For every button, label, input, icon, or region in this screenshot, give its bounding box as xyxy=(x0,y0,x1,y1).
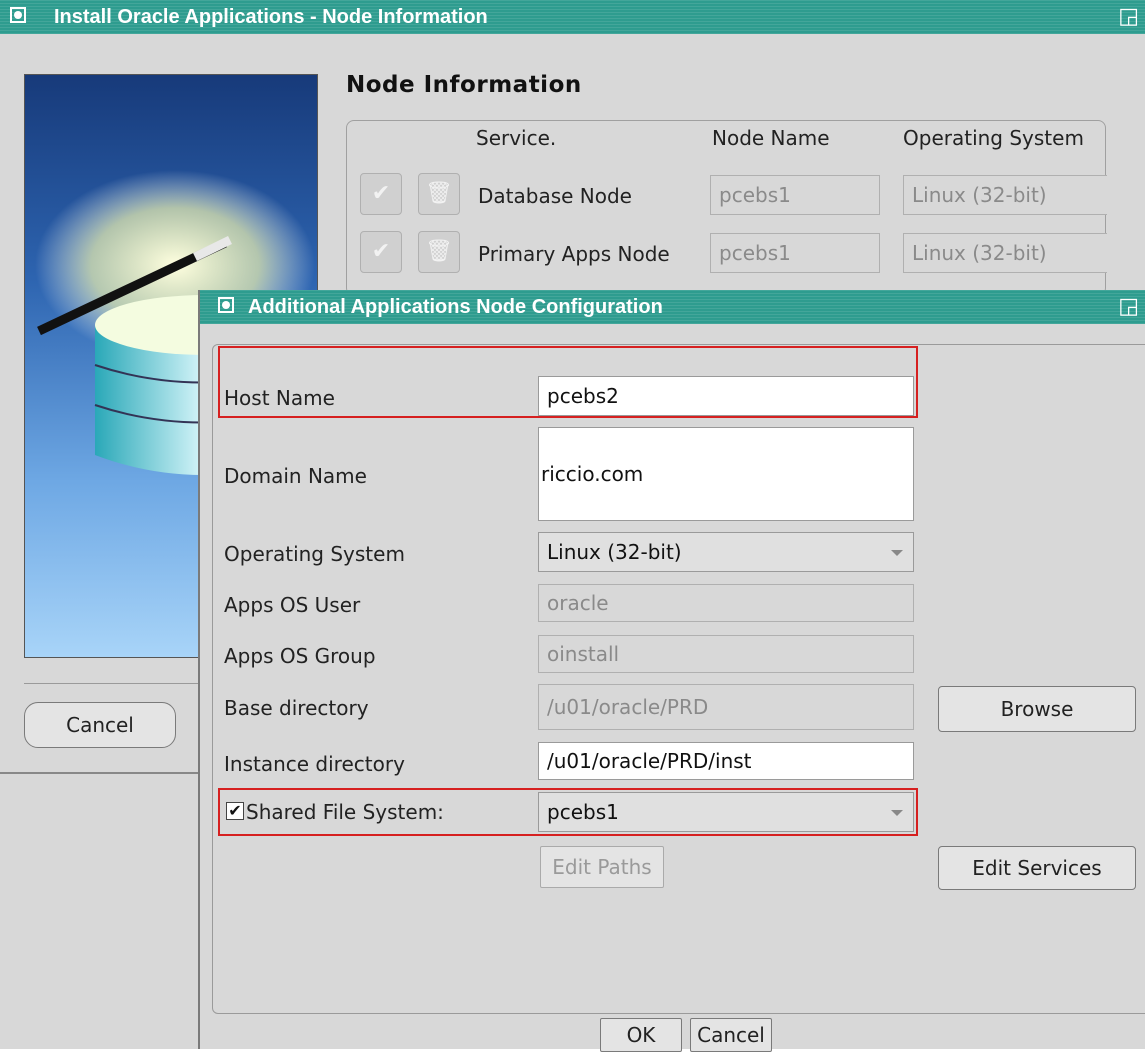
column-header-os: Operating System xyxy=(903,126,1084,150)
host-name-field[interactable]: pcebs2 xyxy=(538,376,914,416)
edit-paths-button[interactable]: Edit Paths xyxy=(540,846,664,888)
host-name-label: Host Name xyxy=(224,386,335,410)
apps-os-user-label: Apps OS User xyxy=(224,593,361,617)
apps-os-user-field: oracle xyxy=(538,584,914,622)
window-menu-icon[interactable] xyxy=(218,297,234,313)
main-title-bar[interactable]: Install Oracle Applications - Node Infor… xyxy=(0,0,1145,34)
table-row-os: Linux (32-bit) xyxy=(903,175,1107,215)
main-divider xyxy=(24,683,204,684)
dialog-title-bar[interactable]: Additional Applications Node Configurati… xyxy=(200,290,1145,324)
main-window-bottom-edge xyxy=(0,772,200,774)
shared-file-system-select[interactable]: pcebs1 xyxy=(538,792,914,832)
domain-name-field[interactable]: riccio.com xyxy=(538,427,914,521)
main-window-title: Install Oracle Applications - Node Infor… xyxy=(54,6,488,28)
node-config-dialog: Additional Applications Node Configurati… xyxy=(198,290,1145,1052)
maximize-icon[interactable]: ◲ xyxy=(1118,4,1139,29)
edit-node-icon[interactable]: ✔ xyxy=(360,173,402,215)
table-row-os: Linux (32-bit) xyxy=(903,233,1107,273)
main-section-title: Node Information xyxy=(346,72,582,98)
browse-button[interactable]: Browse xyxy=(938,686,1136,732)
dialog-cancel-button[interactable]: Cancel xyxy=(690,1018,772,1052)
apps-os-group-label: Apps OS Group xyxy=(224,644,376,668)
base-directory-field: /u01/oracle/PRD xyxy=(538,684,914,730)
table-row-service: Primary Apps Node xyxy=(478,242,670,266)
shared-file-system-label: Shared File System: xyxy=(246,800,444,824)
instance-directory-field[interactable]: /u01/oracle/PRD/inst xyxy=(538,742,914,780)
operating-system-label: Operating System xyxy=(224,542,405,566)
delete-node-icon[interactable]: 🗑 xyxy=(418,231,460,273)
dialog-title: Additional Applications Node Configurati… xyxy=(248,296,663,318)
edit-services-button[interactable]: Edit Services xyxy=(938,846,1136,890)
instance-directory-label: Instance directory xyxy=(224,752,405,776)
edit-node-icon[interactable]: ✔ xyxy=(360,231,402,273)
main-cancel-button[interactable]: Cancel xyxy=(24,702,176,748)
column-header-service: Service. xyxy=(476,126,557,150)
apps-os-group-field: oinstall xyxy=(538,635,914,673)
base-directory-label: Base directory xyxy=(224,696,369,720)
maximize-icon[interactable]: ◲ xyxy=(1118,294,1139,319)
window-menu-icon[interactable] xyxy=(10,7,26,23)
table-row-service: Database Node xyxy=(478,184,632,208)
operating-system-select[interactable]: Linux (32-bit) xyxy=(538,532,914,572)
column-header-node-name: Node Name xyxy=(712,126,830,150)
checkbox-checked-icon[interactable]: ✔ xyxy=(226,802,244,820)
delete-node-icon[interactable]: 🗑 xyxy=(418,173,460,215)
ok-button[interactable]: OK xyxy=(600,1018,682,1052)
domain-name-label: Domain Name xyxy=(224,464,367,488)
table-row-node-name: pcebs1 xyxy=(710,233,880,273)
table-row-node-name: pcebs1 xyxy=(710,175,880,215)
